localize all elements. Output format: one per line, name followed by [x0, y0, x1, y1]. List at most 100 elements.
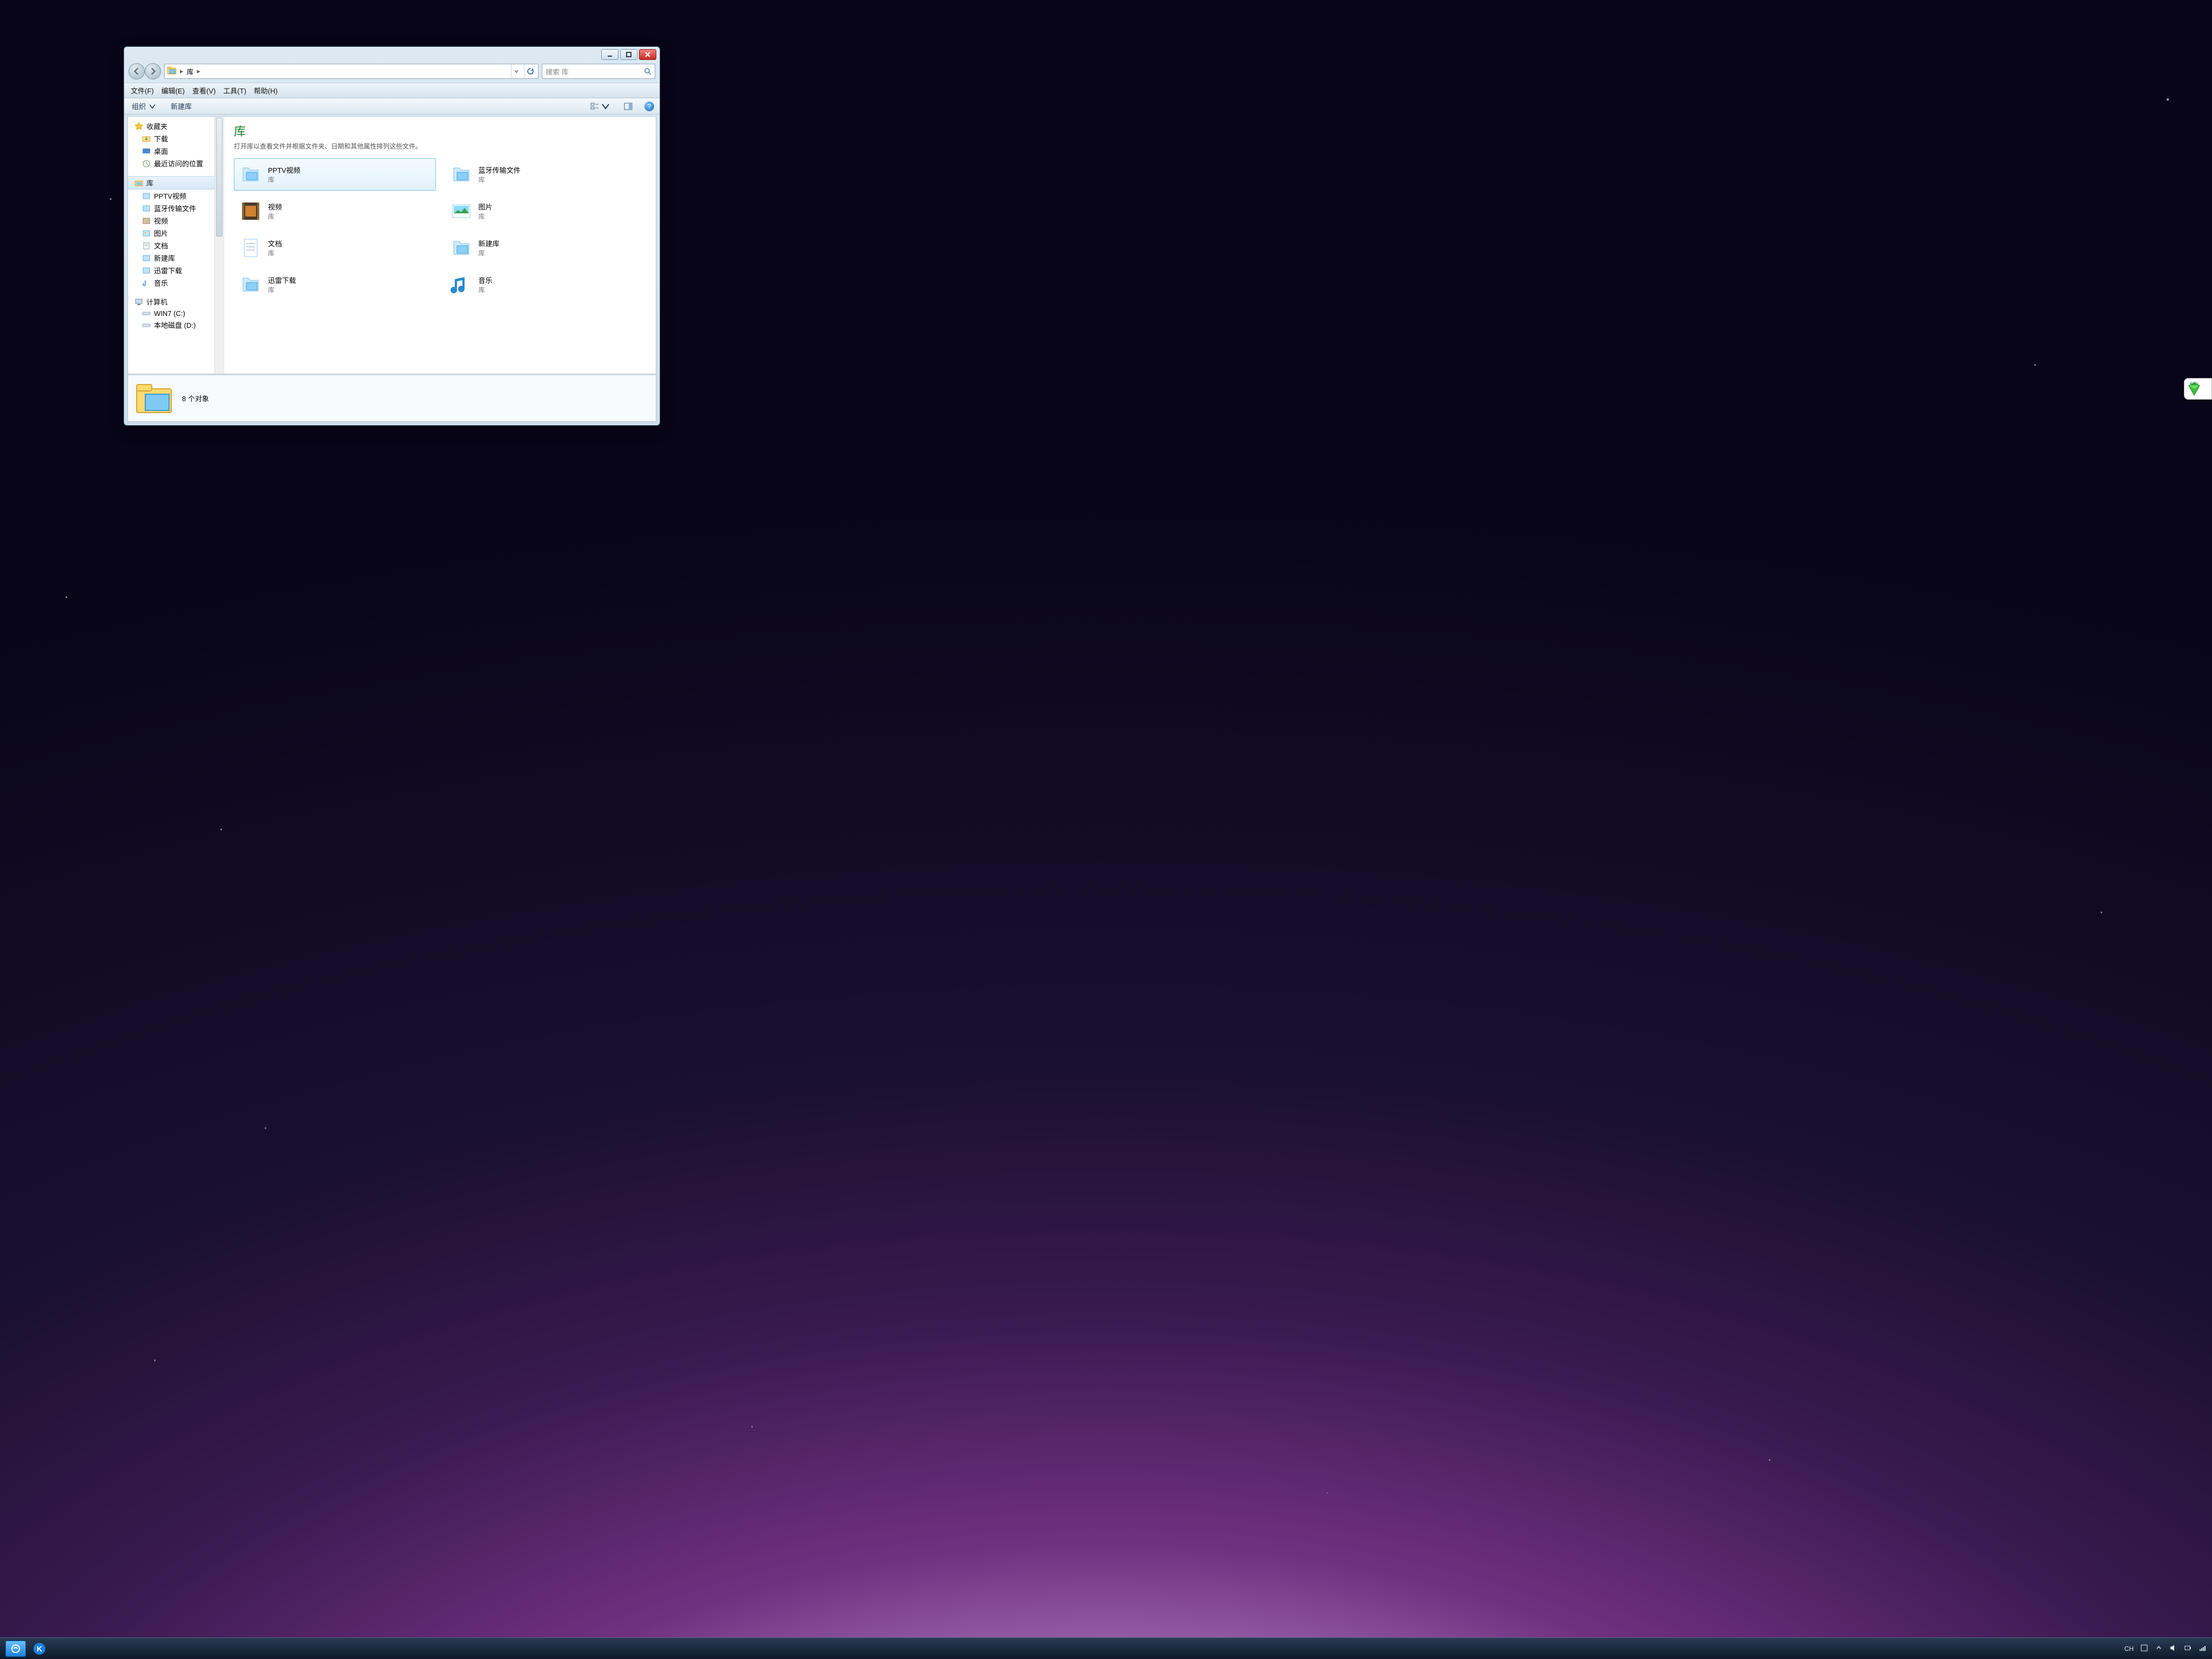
star-icon — [135, 122, 143, 131]
library-name: 图片 — [479, 201, 493, 212]
explorer-body: 收藏夹 下载 桌面 最近访问的位置 库 PPTV视频 蓝牙传输文件 视频 图片 … — [127, 116, 656, 374]
library-icon — [142, 266, 151, 275]
nav-desktop[interactable]: 桌面 — [128, 145, 224, 157]
nav-lib-pptv[interactable]: PPTV视频 — [128, 190, 224, 202]
maximize-button[interactable] — [620, 49, 637, 60]
library-item[interactable]: 视频库 — [234, 195, 436, 227]
video-icon — [142, 217, 151, 225]
address-dropdown[interactable] — [511, 64, 521, 78]
library-name: 文档 — [268, 238, 282, 248]
search-icon — [644, 68, 651, 75]
library-name: 蓝牙传输文件 — [479, 165, 521, 175]
library-type: 库 — [479, 285, 493, 294]
library-name: 音乐 — [479, 275, 493, 285]
scrollbar-thumb[interactable] — [216, 118, 223, 237]
library-icon — [239, 163, 263, 186]
forward-button[interactable] — [145, 63, 161, 79]
nav-favorites-header[interactable]: 收藏夹 — [128, 120, 224, 132]
refresh-button[interactable] — [524, 64, 536, 78]
documents-icon — [142, 241, 151, 250]
library-type: 库 — [268, 285, 296, 294]
breadcrumb-sep-icon: ▸ — [197, 67, 201, 76]
library-icon — [239, 236, 263, 260]
command-bar: 组织 新建库 ? — [124, 98, 660, 114]
nav-lib-xunlei[interactable]: 迅雷下载 — [128, 264, 224, 276]
nav-downloads[interactable]: 下载 — [128, 132, 224, 145]
library-item[interactable]: 音乐库 — [445, 268, 647, 301]
nav-lib-music[interactable]: 音乐 — [128, 276, 224, 289]
new-library-button[interactable]: 新建库 — [169, 100, 194, 112]
help-button[interactable]: ? — [644, 102, 654, 111]
library-icon — [449, 163, 473, 186]
menu-edit[interactable]: 编辑(E) — [162, 85, 185, 96]
nav-scrollbar[interactable] — [214, 117, 224, 374]
library-name: PPTV视频 — [268, 165, 300, 175]
back-button[interactable] — [129, 63, 145, 79]
library-icon — [449, 199, 473, 223]
search-placeholder: 搜索 库 — [546, 66, 644, 77]
nav-recent[interactable]: 最近访问的位置 — [128, 157, 224, 170]
tray-volume-icon[interactable] — [2169, 1644, 2177, 1654]
preview-pane-button[interactable] — [622, 101, 635, 112]
drive-icon — [142, 309, 151, 318]
menu-view[interactable]: 查看(V) — [192, 85, 216, 96]
floating-widget[interactable]: 415s — [2184, 378, 2212, 400]
breadcrumb-root[interactable]: 库 — [187, 66, 194, 77]
nav-drive-d[interactable]: 本地磁盘 (D:) — [128, 319, 224, 331]
nav-lib-new[interactable]: 新建库 — [128, 252, 224, 264]
system-tray: CH — [2124, 1644, 2207, 1654]
nav-libraries-header[interactable]: 库 — [128, 176, 224, 190]
libraries-icon — [167, 66, 177, 77]
library-item[interactable]: 新建库库 — [445, 232, 647, 264]
svg-text:K: K — [37, 1644, 42, 1653]
library-icon — [142, 254, 151, 262]
menu-tools[interactable]: 工具(T) — [223, 85, 246, 96]
tray-network-icon[interactable] — [2198, 1644, 2207, 1654]
taskbar-app-1[interactable] — [5, 1641, 26, 1657]
library-type: 库 — [268, 175, 300, 184]
library-icon — [449, 236, 473, 260]
nav-lib-video[interactable]: 视频 — [128, 214, 224, 227]
pictures-icon — [142, 229, 151, 238]
nav-drive-c[interactable]: WIN7 (C:) — [128, 308, 224, 319]
library-icon — [239, 273, 263, 296]
library-item[interactable]: 蓝牙传输文件库 — [445, 158, 647, 191]
close-button[interactable] — [639, 49, 656, 60]
tray-battery-icon[interactable] — [2184, 1644, 2192, 1654]
music-icon — [142, 279, 151, 287]
gem-label: 415s — [2190, 382, 2198, 386]
minimize-button[interactable] — [601, 49, 618, 60]
address-bar[interactable]: ▸ 库 ▸ — [164, 64, 539, 79]
libraries-large-icon — [135, 379, 173, 418]
nav-lib-bt[interactable]: 蓝牙传输文件 — [128, 202, 224, 214]
folder-icon — [142, 134, 151, 143]
menu-help[interactable]: 帮助(H) — [254, 85, 278, 96]
library-icon — [239, 199, 263, 223]
details-pane: 8 个对象 — [127, 375, 656, 422]
titlebar — [124, 47, 660, 62]
library-type: 库 — [268, 248, 282, 258]
library-type: 库 — [268, 212, 282, 221]
libraries-icon — [135, 179, 143, 187]
nav-computer-header[interactable]: 计算机 — [128, 295, 224, 308]
organize-menu[interactable]: 组织 — [130, 100, 159, 112]
taskbar-app-2[interactable]: K — [29, 1641, 50, 1657]
menu-file[interactable]: 文件(F) — [131, 85, 154, 96]
content-subtitle: 打开库以查看文件并根据文件夹、日期和其他属性排列这些文件。 — [234, 141, 646, 151]
library-name: 迅雷下载 — [268, 275, 296, 285]
tray-ime-icon[interactable] — [2140, 1644, 2148, 1654]
library-item[interactable]: 迅雷下载库 — [234, 268, 436, 301]
nav-lib-pics[interactable]: 图片 — [128, 227, 224, 239]
tray-ime[interactable]: CH — [2124, 1645, 2134, 1653]
view-options-button[interactable] — [588, 101, 612, 112]
library-item[interactable]: 图片库 — [445, 195, 647, 227]
nav-row: ▸ 库 ▸ 搜索 库 — [124, 62, 660, 83]
library-icon — [449, 273, 473, 296]
tray-chevron-icon[interactable] — [2155, 1644, 2163, 1654]
library-item[interactable]: 文档库 — [234, 232, 436, 264]
nav-lib-docs[interactable]: 文档 — [128, 239, 224, 252]
search-input[interactable]: 搜索 库 — [542, 64, 655, 79]
content-heading: 库 — [234, 122, 646, 139]
library-item[interactable]: PPTV视频库 — [234, 158, 436, 191]
desktop-icon — [142, 147, 151, 156]
